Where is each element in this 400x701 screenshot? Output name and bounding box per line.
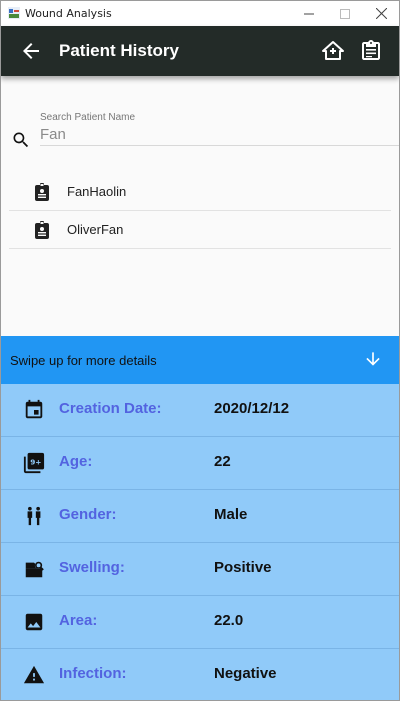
detail-label: Area:: [59, 612, 98, 629]
back-arrow-icon[interactable]: [19, 39, 43, 63]
maximize-button[interactable]: [327, 1, 363, 26]
detail-label: Creation Date:: [59, 400, 162, 417]
bottom-sheet-handle[interactable]: Swipe up for more details: [1, 336, 399, 384]
image-icon: [25, 613, 43, 631]
page-title: Patient History: [59, 41, 179, 60]
detail-label: Gender:: [59, 506, 117, 523]
detail-row-creation-date: Creation Date: 2020/12/12: [1, 384, 399, 437]
detail-label: Infection:: [59, 665, 127, 682]
search-input[interactable]: Fan: [40, 126, 66, 143]
minimize-button[interactable]: [291, 1, 327, 26]
window-titlebar: Wound Analysis: [1, 1, 399, 26]
detail-value: 22.0: [214, 612, 244, 629]
age-icon: 9+: [23, 452, 45, 474]
gender-icon: [27, 506, 41, 526]
maximize-icon: [340, 8, 350, 19]
calendar-icon: [25, 399, 43, 419]
patient-name: OliverFan: [67, 222, 124, 237]
detail-value: 22: [214, 453, 231, 470]
patient-name: FanHaolin: [67, 184, 127, 199]
detail-label: Swelling:: [59, 559, 125, 576]
detail-value: 2020/12/12: [214, 400, 290, 417]
detail-row-swelling: Swelling: Positive: [1, 543, 399, 596]
swelling-icon: [25, 561, 44, 578]
search-underline: [40, 145, 399, 146]
detail-value: Positive: [214, 559, 272, 576]
swipe-hint: Swipe up for more details: [10, 353, 157, 368]
home-icon[interactable]: [321, 39, 345, 63]
arrow-down-icon[interactable]: [363, 349, 383, 369]
search-results-list: FanHaolin OliverFan: [9, 173, 391, 249]
search-icon: [13, 132, 29, 148]
badge-icon: [35, 221, 49, 239]
detail-row-infection: Infection: Negative: [1, 649, 399, 700]
svg-text:9+: 9+: [30, 457, 41, 466]
list-item[interactable]: FanHaolin: [9, 173, 391, 211]
app-bar: Patient History: [1, 26, 399, 76]
minimize-icon: [304, 13, 314, 14]
search-section: Search Patient Name Fan FanHaolin Oliver…: [1, 76, 399, 336]
badge-icon: [35, 183, 49, 201]
window-title: Wound Analysis: [25, 7, 112, 20]
search-field-label: Search Patient Name: [40, 112, 136, 123]
close-button[interactable]: [363, 1, 399, 26]
detail-value: Negative: [214, 665, 277, 682]
close-icon: [375, 8, 387, 19]
warning-icon: [23, 665, 45, 684]
clipboard-icon[interactable]: [359, 39, 383, 63]
app-icon: [8, 7, 20, 19]
detail-row-gender: Gender: Male: [1, 490, 399, 543]
detail-row-area: Area: 22.0: [1, 596, 399, 649]
app-window: Wound Analysis Patient History Search Pa…: [0, 0, 400, 701]
list-item[interactable]: OliverFan: [9, 211, 391, 249]
detail-row-age: 9+ Age: 22: [1, 437, 399, 490]
detail-label: Age:: [59, 453, 93, 470]
details-panel: Creation Date: 2020/12/12 9+ Age: 22 Gen…: [1, 384, 399, 700]
detail-value: Male: [214, 506, 248, 523]
